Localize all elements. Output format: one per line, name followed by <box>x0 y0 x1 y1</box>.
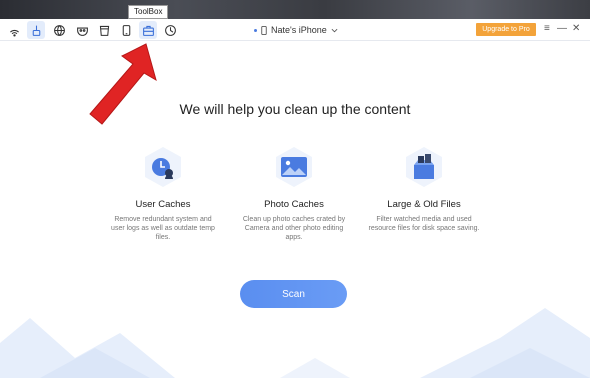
page-headline: We will help you clean up the content <box>179 101 411 117</box>
minimize-button[interactable]: — <box>557 22 567 36</box>
broom-icon[interactable] <box>27 21 45 39</box>
device-name: Nate's iPhone <box>271 25 327 35</box>
feature-description: Remove redundant system and user logs as… <box>111 216 215 241</box>
feature-user-caches: User Caches Remove redundant system and … <box>103 145 223 242</box>
history-icon[interactable] <box>161 21 179 39</box>
photo-caches-icon <box>272 145 316 189</box>
feature-description: Filter watched media and used resource f… <box>368 216 480 232</box>
device-selector[interactable]: Nate's iPhone <box>254 22 338 38</box>
chevron-down-icon <box>331 28 338 32</box>
toolbox-icon[interactable] <box>139 21 157 39</box>
globe-icon[interactable] <box>50 21 68 39</box>
mountain-background <box>0 308 590 378</box>
large-old-files-icon <box>402 145 446 189</box>
desktop-background <box>0 0 590 19</box>
feature-title: Photo Caches <box>264 199 324 210</box>
feature-large-old-files: Large & Old Files Filter watched media a… <box>364 145 484 233</box>
mask-icon[interactable] <box>73 21 91 39</box>
menu-icon[interactable]: ≡ <box>544 22 550 36</box>
feature-title: User Caches <box>135 199 191 210</box>
status-dot <box>254 28 257 32</box>
close-button[interactable]: ✕ <box>572 22 580 36</box>
feature-title: Large & Old Files <box>387 199 461 210</box>
toolbox-tooltip: ToolBox <box>128 5 169 19</box>
user-caches-icon <box>141 145 185 189</box>
phone-icon[interactable] <box>117 21 135 39</box>
upgrade-button[interactable]: Upgrade to Pro <box>476 23 536 36</box>
wifi-icon[interactable] <box>5 21 23 39</box>
feature-photo-caches: Photo Caches Clean up photo caches crate… <box>234 145 354 242</box>
feature-description: Clean up photo caches crated by Camera a… <box>242 216 346 241</box>
cup-icon[interactable] <box>95 21 113 39</box>
iphone-icon <box>261 25 267 35</box>
